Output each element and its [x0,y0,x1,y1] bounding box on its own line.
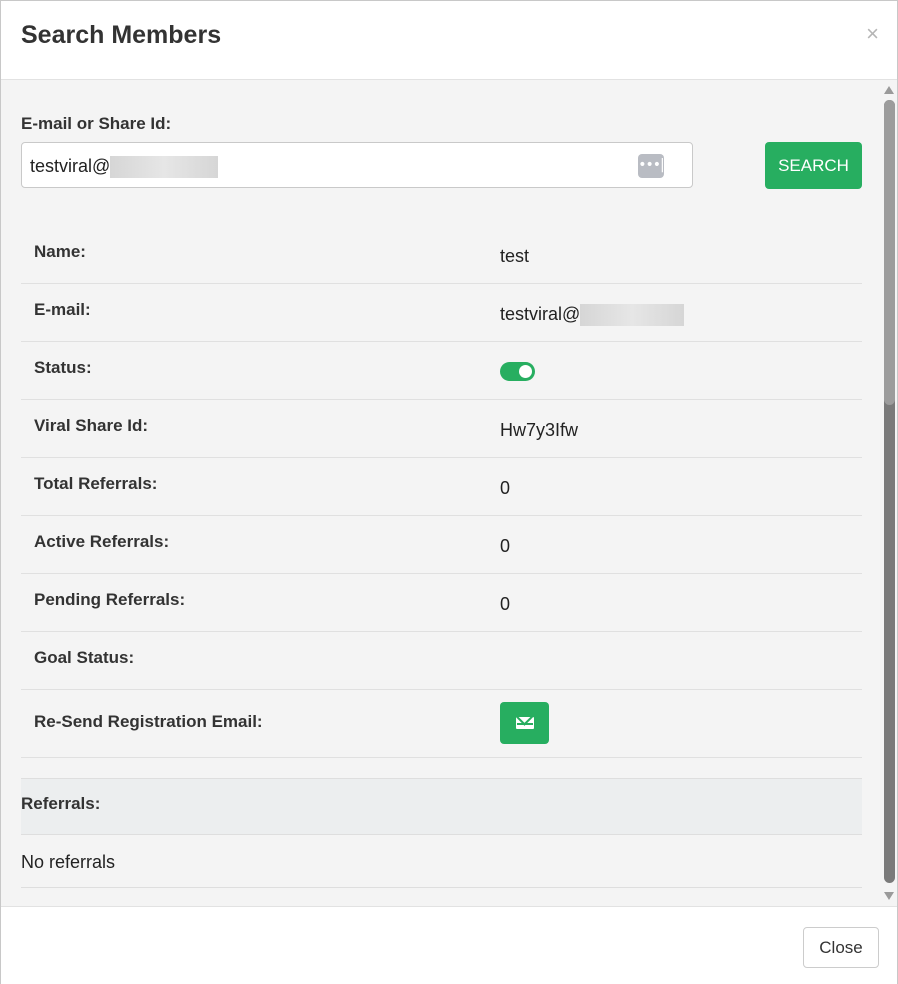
search-input[interactable]: testviral@ •••| [21,142,693,188]
detail-label: Active Referrals: [34,532,170,551]
toggle-knob [519,365,532,378]
resend-email-button[interactable] [500,702,549,744]
detail-label: Name: [34,242,86,261]
detail-row-resend-email: Re-Send Registration Email: [21,690,862,758]
detail-value-active-referrals: 0 [500,536,511,556]
detail-value-share-id: Hw7y3Ifw [500,420,579,440]
detail-row-total-referrals: Total Referrals: 0 [21,458,862,516]
search-button[interactable]: SEARCH [765,142,862,189]
detail-value-pending-referrals: 0 [500,594,511,614]
detail-label: Total Referrals: [34,474,158,493]
member-details: Name: test E-mail: testviral@ Status: Vi… [21,226,862,758]
scroll-up-arrow-icon[interactable] [884,86,894,94]
search-members-modal: Search Members × E-mail or Share Id: tes… [0,0,898,984]
detail-label: Viral Share Id: [34,416,149,435]
detail-label: E-mail: [34,300,91,319]
referrals-header-label: Referrals: [21,794,101,813]
detail-value-email: testviral@ [500,304,685,327]
modal-footer: Close [1,906,897,984]
scrollbar[interactable] [881,80,897,906]
modal-header: Search Members × [1,1,897,80]
search-input-value: testviral@ [30,156,219,179]
detail-row-share-id: Viral Share Id: Hw7y3Ifw [21,400,862,458]
detail-row-email: E-mail: testviral@ [21,284,862,342]
detail-row-pending-referrals: Pending Referrals: 0 [21,574,862,632]
detail-row-active-referrals: Active Referrals: 0 [21,516,862,574]
modal-body: E-mail or Share Id: testviral@ •••| SEAR… [1,80,881,906]
modal-title: Search Members [21,21,222,49]
detail-label: Re-Send Registration Email: [34,712,263,731]
referrals-empty: No referrals [21,836,862,888]
password-manager-icon[interactable]: •••| [638,154,665,178]
referrals-header: Referrals: [21,778,862,835]
redacted-text [580,304,685,327]
status-toggle[interactable] [500,362,535,381]
detail-row-name: Name: test [21,226,862,284]
detail-label: Goal Status: [34,648,135,667]
scroll-thumb[interactable] [884,100,895,405]
search-field-label: E-mail or Share Id: [21,114,172,133]
detail-row-goal-status: Goal Status: [21,632,862,690]
close-button[interactable]: Close [803,927,879,968]
detail-value-total-referrals: 0 [500,478,511,498]
redacted-text [110,156,219,179]
envelope-icon [516,717,534,729]
detail-label: Pending Referrals: [34,590,186,609]
referrals-empty-text: No referrals [21,852,116,872]
detail-label: Status: [34,358,92,377]
detail-row-status: Status: [21,342,862,400]
scroll-down-arrow-icon[interactable] [884,892,894,900]
detail-value-name: test [500,246,530,266]
scroll-track[interactable] [884,100,895,883]
close-icon[interactable]: × [866,23,879,45]
